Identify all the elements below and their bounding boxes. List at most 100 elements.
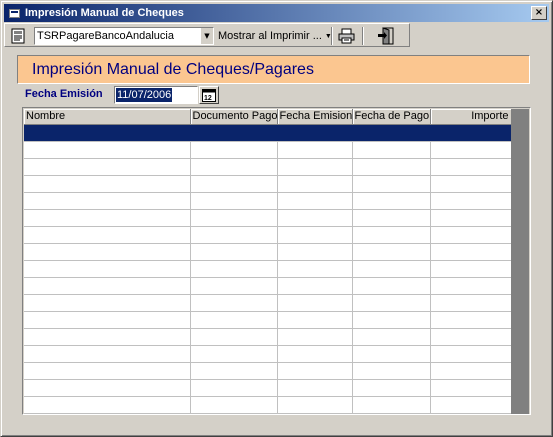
table-cell[interactable] xyxy=(277,311,353,329)
table-cell[interactable] xyxy=(352,362,431,380)
table-cell[interactable] xyxy=(24,294,191,312)
table-cell[interactable] xyxy=(190,260,278,278)
table-row[interactable] xyxy=(24,209,511,227)
table-cell[interactable] xyxy=(352,226,431,244)
table-cell[interactable] xyxy=(352,277,431,295)
table-cell[interactable] xyxy=(277,260,353,278)
table-cell[interactable] xyxy=(352,124,431,142)
table-cell[interactable] xyxy=(430,124,511,142)
table-cell[interactable] xyxy=(24,345,191,363)
table-cell[interactable] xyxy=(352,294,431,312)
table-cell[interactable] xyxy=(277,243,353,261)
table-cell[interactable] xyxy=(430,192,511,210)
table-cell[interactable] xyxy=(352,396,431,414)
table-cell[interactable] xyxy=(277,209,353,227)
table-cell[interactable] xyxy=(24,277,191,295)
table-cell[interactable] xyxy=(24,260,191,278)
table-cell[interactable] xyxy=(190,345,278,363)
table-cell[interactable] xyxy=(24,192,191,210)
column-header-nombre[interactable]: Nombre xyxy=(24,109,191,125)
table-cell[interactable] xyxy=(277,124,353,142)
exit-button[interactable] xyxy=(375,26,397,46)
table-row[interactable] xyxy=(24,158,511,176)
table-cell[interactable] xyxy=(190,362,278,380)
table-cell[interactable] xyxy=(190,294,278,312)
table-cell[interactable] xyxy=(430,396,511,414)
table-cell[interactable] xyxy=(24,311,191,329)
report-button[interactable] xyxy=(7,26,29,46)
table-cell[interactable] xyxy=(190,192,278,210)
table-cell[interactable] xyxy=(352,311,431,329)
table-cell[interactable] xyxy=(277,328,353,346)
table-cell[interactable] xyxy=(430,209,511,227)
column-header-importe[interactable]: Importe xyxy=(430,109,511,125)
table-cell[interactable] xyxy=(277,141,353,159)
table-cell[interactable] xyxy=(430,345,511,363)
table-cell[interactable] xyxy=(352,192,431,210)
table-cell[interactable] xyxy=(24,124,191,142)
table-cell[interactable] xyxy=(190,209,278,227)
table-cell[interactable] xyxy=(277,294,353,312)
table-cell[interactable] xyxy=(352,141,431,159)
table-cell[interactable] xyxy=(24,158,191,176)
table-row[interactable] xyxy=(24,141,511,159)
table-row[interactable] xyxy=(24,362,511,380)
table-cell[interactable] xyxy=(24,209,191,227)
table-cell[interactable] xyxy=(277,158,353,176)
table-cell[interactable] xyxy=(24,328,191,346)
table-cell[interactable] xyxy=(352,243,431,261)
table-cell[interactable] xyxy=(352,379,431,397)
table-cell[interactable] xyxy=(24,175,191,193)
column-header-fecha-emision[interactable]: Fecha Emision xyxy=(277,109,353,125)
column-header-documento-pago[interactable]: Documento Pago xyxy=(190,109,278,125)
table-cell[interactable] xyxy=(277,362,353,380)
fecha-emision-input[interactable]: 11/07/2006 xyxy=(114,86,198,104)
table-row[interactable] xyxy=(24,243,511,261)
table-cell[interactable] xyxy=(352,260,431,278)
table-cell[interactable] xyxy=(277,192,353,210)
table-cell[interactable] xyxy=(24,141,191,159)
table-cell[interactable] xyxy=(430,226,511,244)
close-button[interactable]: × xyxy=(531,6,547,20)
table-cell[interactable] xyxy=(190,175,278,193)
table-cell[interactable] xyxy=(24,362,191,380)
table-cell[interactable] xyxy=(277,226,353,244)
table-row[interactable] xyxy=(24,277,511,295)
table-cell[interactable] xyxy=(277,175,353,193)
table-cell[interactable] xyxy=(352,328,431,346)
table-cell[interactable] xyxy=(190,277,278,295)
table-cell[interactable] xyxy=(277,379,353,397)
table-cell[interactable] xyxy=(190,226,278,244)
table-row[interactable] xyxy=(24,124,511,142)
table-row[interactable] xyxy=(24,396,511,414)
table-row[interactable] xyxy=(24,345,511,363)
table-cell[interactable] xyxy=(430,311,511,329)
print-button[interactable] xyxy=(336,26,358,46)
table-cell[interactable] xyxy=(430,277,511,295)
table-cell[interactable] xyxy=(430,141,511,159)
table-cell[interactable] xyxy=(190,379,278,397)
table-row[interactable] xyxy=(24,192,511,210)
table-cell[interactable] xyxy=(24,243,191,261)
title-bar[interactable]: Impresión Manual de Cheques × xyxy=(4,4,549,22)
calendar-button[interactable]: 12 xyxy=(199,86,219,104)
table-cell[interactable] xyxy=(190,158,278,176)
table-row[interactable] xyxy=(24,311,511,329)
table-row[interactable] xyxy=(24,328,511,346)
table-cell[interactable] xyxy=(190,396,278,414)
table-cell[interactable] xyxy=(277,277,353,295)
table-cell[interactable] xyxy=(430,362,511,380)
table-cell[interactable] xyxy=(430,158,511,176)
table-cell[interactable] xyxy=(352,158,431,176)
report-combo[interactable]: TSRPagareBancoAndalucia ▼ xyxy=(34,27,214,45)
chevron-down-icon[interactable]: ▼ xyxy=(201,28,213,44)
table-cell[interactable] xyxy=(24,379,191,397)
column-header-fecha-de-pago[interactable]: Fecha de Pago xyxy=(352,109,431,125)
table-cell[interactable] xyxy=(430,243,511,261)
table-cell[interactable] xyxy=(190,311,278,329)
table-row[interactable] xyxy=(24,175,511,193)
table-cell[interactable] xyxy=(430,379,511,397)
table-row[interactable] xyxy=(24,260,511,278)
table-cell[interactable] xyxy=(190,243,278,261)
table-cell[interactable] xyxy=(430,328,511,346)
